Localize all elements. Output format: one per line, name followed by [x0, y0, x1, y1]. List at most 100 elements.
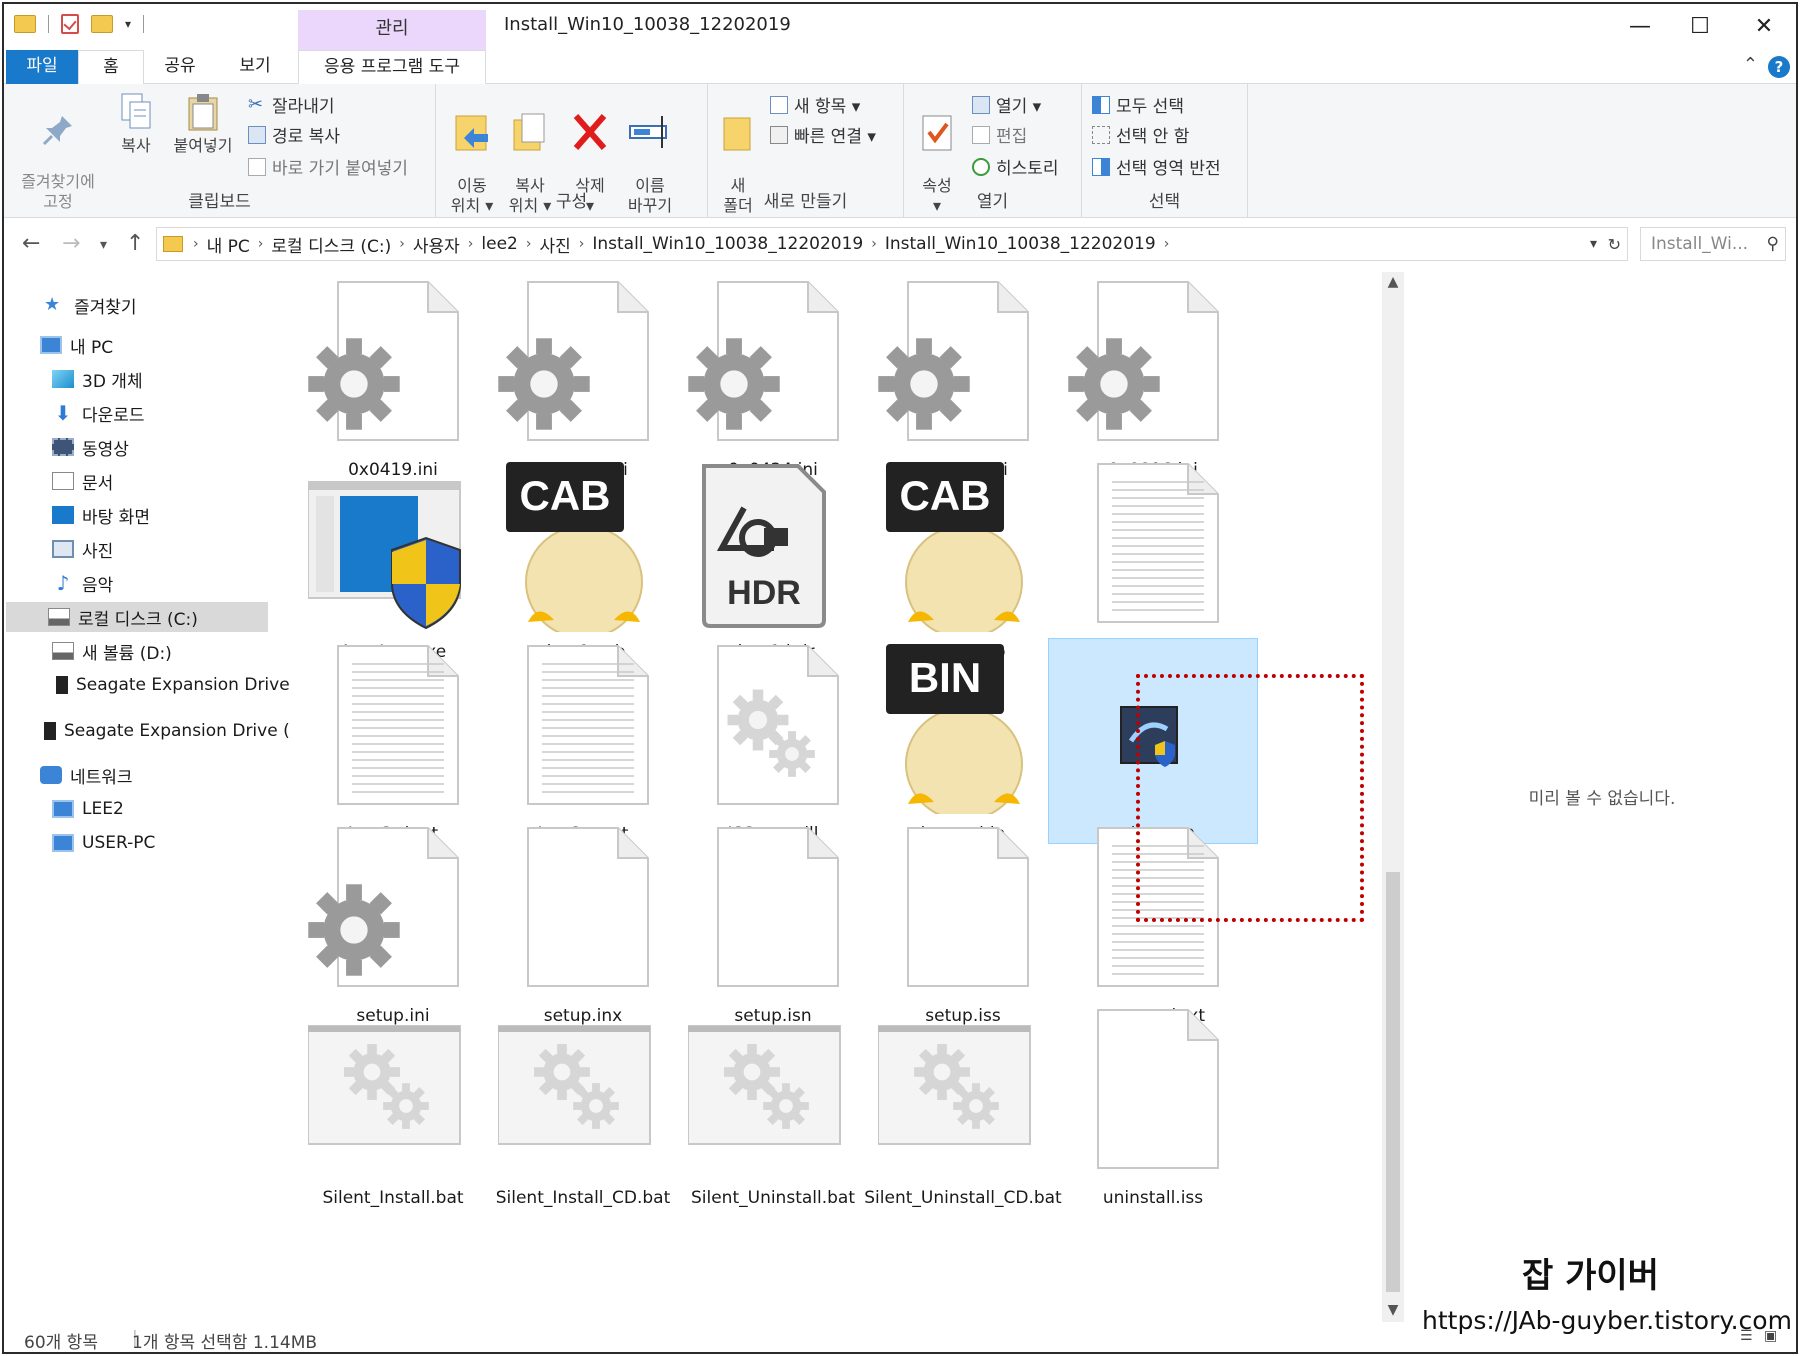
- up-arrow-icon[interactable]: ↑: [126, 231, 144, 256]
- nav-quick-access[interactable]: ★ 즐겨찾기: [44, 290, 137, 320]
- customize-qat-chevron-icon[interactable]: ▾: [125, 17, 131, 31]
- vertical-scrollbar[interactable]: ▲ ▼: [1382, 272, 1404, 1322]
- file-item[interactable]: 0x0421.ini: [478, 274, 688, 480]
- contextual-tab-manage[interactable]: 관리: [298, 10, 486, 50]
- breadcrumb-separator[interactable]: ›: [871, 236, 877, 252]
- paste-shortcut-button[interactable]: 바로 가기 붙여넣기: [248, 154, 408, 179]
- file-item[interactable]: EngLangID.txt: [1048, 456, 1258, 662]
- properties-check-icon[interactable]: [61, 14, 79, 34]
- tab-view[interactable]: 보기: [224, 50, 286, 84]
- file-item[interactable]: InstOpt.txt: [478, 638, 688, 844]
- file-item[interactable]: Silent_Uninstall_CD.bat: [858, 1002, 1068, 1208]
- paste-button[interactable]: 붙여넣기: [168, 92, 238, 156]
- tab-share[interactable]: 공유: [150, 50, 210, 84]
- breadcrumb-this-pc[interactable]: 내 PC: [207, 232, 250, 257]
- file-item[interactable]: setup.inx: [478, 820, 688, 1026]
- back-arrow-icon[interactable]: ←: [22, 231, 40, 256]
- breadcrumb-separator[interactable]: ›: [468, 236, 474, 252]
- collapse-ribbon-icon[interactable]: ⌃: [1743, 54, 1758, 75]
- nav-new-volume[interactable]: 새 볼륨 (D:): [52, 636, 172, 666]
- file-item[interactable]: setup.ini: [288, 820, 498, 1026]
- scroll-up-arrow-icon[interactable]: ▲: [1382, 274, 1404, 290]
- easy-access-button[interactable]: 빠른 연결 ▾: [770, 122, 876, 147]
- breadcrumb-separator[interactable]: ›: [1164, 236, 1170, 252]
- recent-locations-chevron-icon[interactable]: ▾: [100, 237, 107, 253]
- file-item[interactable]: setup.iss: [858, 820, 1068, 1026]
- nav-network-user-pc[interactable]: USER-PC: [52, 828, 155, 858]
- refresh-icon[interactable]: ↻: [1608, 235, 1621, 254]
- file-item[interactable]: HDRdata1.hdr: [668, 456, 878, 662]
- close-button[interactable]: ✕: [1734, 10, 1794, 44]
- minimize-button[interactable]: —: [1610, 10, 1670, 44]
- file-item[interactable]: Silent_Uninstall.bat: [668, 1002, 878, 1208]
- breadcrumb-install-folder[interactable]: Install_Win10_10038_12202019: [592, 234, 863, 254]
- file-item[interactable]: CABdata2.cab: [858, 456, 1068, 662]
- history-button[interactable]: 히스토리: [972, 154, 1059, 179]
- maximize-button[interactable]: ☐: [1670, 10, 1730, 44]
- file-item[interactable]: ISSetup.dll: [668, 638, 878, 844]
- breadcrumb-local-disk[interactable]: 로컬 디스크 (C:): [271, 232, 391, 257]
- breadcrumb-pictures[interactable]: 사진: [539, 232, 570, 257]
- address-dropdown-chevron-icon[interactable]: ▾: [1590, 236, 1597, 252]
- nav-seagate-drive-root[interactable]: Seagate Expansion Drive (: [40, 716, 290, 746]
- tab-file[interactable]: 파일: [6, 50, 78, 84]
- breadcrumb-install-subfolder[interactable]: Install_Win10_10038_12202019: [885, 234, 1156, 254]
- cut-button[interactable]: ✂ 잘라내기: [248, 92, 335, 117]
- breadcrumb-separator[interactable]: ›: [258, 236, 264, 252]
- file-item[interactable]: Silent_Install.bat: [288, 1002, 498, 1208]
- breadcrumb-users[interactable]: 사용자: [413, 232, 460, 257]
- nav-seagate-drive[interactable]: Seagate Expansion Drive: [52, 670, 290, 700]
- nav-this-pc[interactable]: 내 PC: [40, 330, 113, 360]
- file-item[interactable]: 0x0804.ini: [858, 274, 1068, 480]
- breadcrumb-lee2[interactable]: lee2: [481, 234, 517, 254]
- search-input[interactable]: Install_Wi... ⚲: [1640, 227, 1786, 261]
- file-item[interactable]: 0x0816.ini: [1048, 274, 1258, 480]
- file-item[interactable]: CABdata1.cab: [478, 456, 688, 662]
- nav-network[interactable]: 네트워크: [40, 760, 133, 790]
- nav-documents[interactable]: 문서: [52, 466, 113, 496]
- nav-videos[interactable]: 동영상: [52, 432, 129, 462]
- svg-text:CAB: CAB: [520, 472, 611, 519]
- copy-icon: [121, 93, 151, 129]
- window-title: Install_Win10_10038_12202019: [504, 14, 791, 35]
- help-icon[interactable]: ?: [1768, 56, 1790, 78]
- file-item[interactable]: Silent_Install_CD.bat: [478, 1002, 688, 1208]
- address-bar[interactable]: › 내 PC › 로컬 디스크 (C:) › 사용자 › lee2 › 사진 ›…: [156, 227, 1628, 261]
- file-item[interactable]: setup.isn: [668, 820, 878, 1026]
- tab-home[interactable]: 홈: [78, 50, 144, 85]
- file-item[interactable]: BINlayout.bin: [858, 638, 1068, 844]
- breadcrumb-separator[interactable]: ›: [193, 236, 199, 252]
- scrollbar-thumb[interactable]: [1386, 872, 1400, 1292]
- file-name: Silent_Install_CD.bat: [495, 1188, 671, 1208]
- file-item[interactable]: 0x0419.ini: [288, 274, 498, 480]
- nav-3d-objects[interactable]: 3D 개체: [52, 364, 143, 394]
- nav-pictures[interactable]: 사진: [52, 534, 113, 564]
- file-item[interactable]: 0x0424.ini: [668, 274, 878, 480]
- nav-music[interactable]: ♪ 음악: [52, 568, 114, 598]
- copy-button[interactable]: 복사: [110, 92, 162, 156]
- file-item[interactable]: InstCtrl.txt: [288, 638, 498, 844]
- breadcrumb-separator[interactable]: ›: [399, 236, 405, 252]
- select-none-button[interactable]: 선택 안 함: [1092, 122, 1189, 147]
- nav-network-lee2[interactable]: LEE2: [52, 794, 124, 824]
- copy-path-button[interactable]: 경로 복사: [248, 122, 340, 147]
- invert-selection-button[interactable]: 선택 영역 반전: [1092, 154, 1221, 179]
- breadcrumb-separator[interactable]: ›: [579, 236, 585, 252]
- tab-app-tools[interactable]: 응용 프로그램 도구: [298, 50, 486, 84]
- nav-desktop[interactable]: 바탕 화면: [52, 500, 150, 530]
- bat-icon: [878, 1025, 1031, 1145]
- scroll-down-arrow-icon[interactable]: ▼: [1382, 1302, 1404, 1318]
- new-item-label: 새 항목 ▾: [794, 97, 861, 117]
- file-item[interactable]: AutoInst.exe: [288, 456, 498, 662]
- breadcrumb-separator[interactable]: ›: [526, 236, 532, 252]
- open-button[interactable]: 열기 ▾: [972, 92, 1041, 117]
- invert-selection-label: 선택 영역 반전: [1116, 159, 1221, 179]
- new-folder-icon[interactable]: [91, 15, 113, 33]
- file-item[interactable]: uninstall.iss: [1048, 1002, 1258, 1208]
- new-item-button[interactable]: 새 항목 ▾: [770, 92, 860, 117]
- nav-downloads[interactable]: ⬇ 다운로드: [52, 398, 145, 428]
- nav-local-disk[interactable]: 로컬 디스크 (C:): [6, 602, 268, 632]
- edit-button[interactable]: 편집: [972, 122, 1027, 147]
- select-all-button[interactable]: 모두 선택: [1092, 92, 1184, 117]
- forward-arrow-icon[interactable]: →: [62, 231, 80, 256]
